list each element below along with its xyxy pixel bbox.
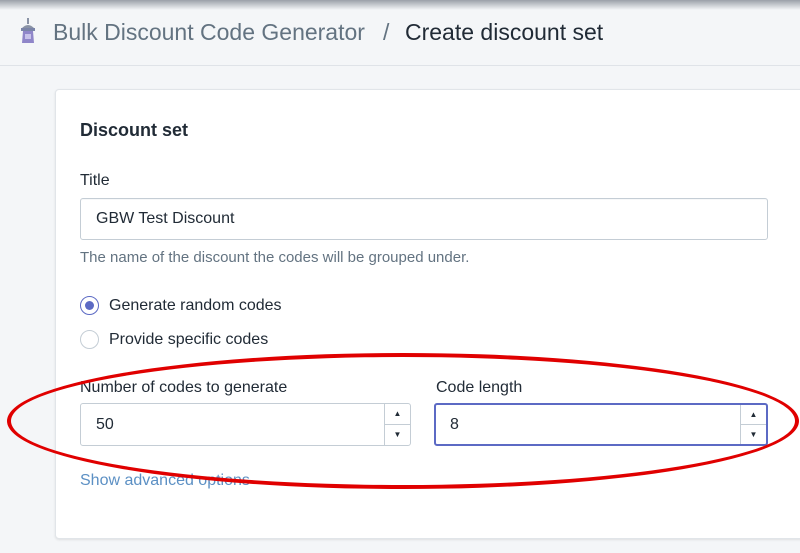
stepper-up-icon[interactable]: ▲ bbox=[741, 405, 766, 424]
title-field[interactable]: GBW Test Discount bbox=[80, 198, 768, 240]
discount-set-card: Discount set Title GBW Test Discount The… bbox=[55, 89, 800, 539]
num-codes-stepper[interactable]: ▲ ▼ bbox=[384, 404, 410, 445]
stepper-up-icon[interactable]: ▲ bbox=[385, 404, 410, 424]
show-advanced-options-link[interactable]: Show advanced options bbox=[80, 472, 250, 490]
num-codes-field[interactable]: 50 ▲ ▼ bbox=[80, 403, 411, 446]
code-length-value[interactable]: 8 bbox=[450, 416, 459, 433]
code-length-label: Code length bbox=[436, 379, 523, 396]
num-codes-label: Number of codes to generate bbox=[80, 379, 288, 396]
radio-generate-random[interactable]: Generate random codes bbox=[80, 296, 282, 315]
radio-provide-specific[interactable]: Provide specific codes bbox=[80, 330, 268, 349]
radio-label[interactable]: Generate random codes bbox=[109, 297, 282, 315]
breadcrumb-app-name[interactable]: Bulk Discount Code Generator bbox=[53, 19, 365, 46]
radio-button-checked[interactable] bbox=[80, 296, 99, 315]
app-logo-icon bbox=[21, 18, 35, 43]
stepper-down-icon[interactable]: ▼ bbox=[741, 424, 766, 444]
num-codes-value[interactable]: 50 bbox=[96, 416, 114, 433]
radio-label[interactable]: Provide specific codes bbox=[109, 331, 268, 349]
top-bar: Bulk Discount Code Generator / Create di… bbox=[0, 0, 800, 66]
section-title: Discount set bbox=[80, 120, 189, 140]
code-length-field[interactable]: 8 ▲ ▼ bbox=[434, 403, 768, 446]
title-help-text: The name of the discount the codes will … bbox=[80, 249, 470, 266]
breadcrumb-separator: / bbox=[383, 19, 390, 45]
radio-button-unchecked[interactable] bbox=[80, 330, 99, 349]
stepper-down-icon[interactable]: ▼ bbox=[385, 424, 410, 445]
radio-dot bbox=[85, 301, 94, 310]
code-length-stepper[interactable]: ▲ ▼ bbox=[740, 405, 766, 444]
page-title: Create discount set bbox=[405, 19, 604, 45]
title-label: Title bbox=[80, 172, 110, 189]
